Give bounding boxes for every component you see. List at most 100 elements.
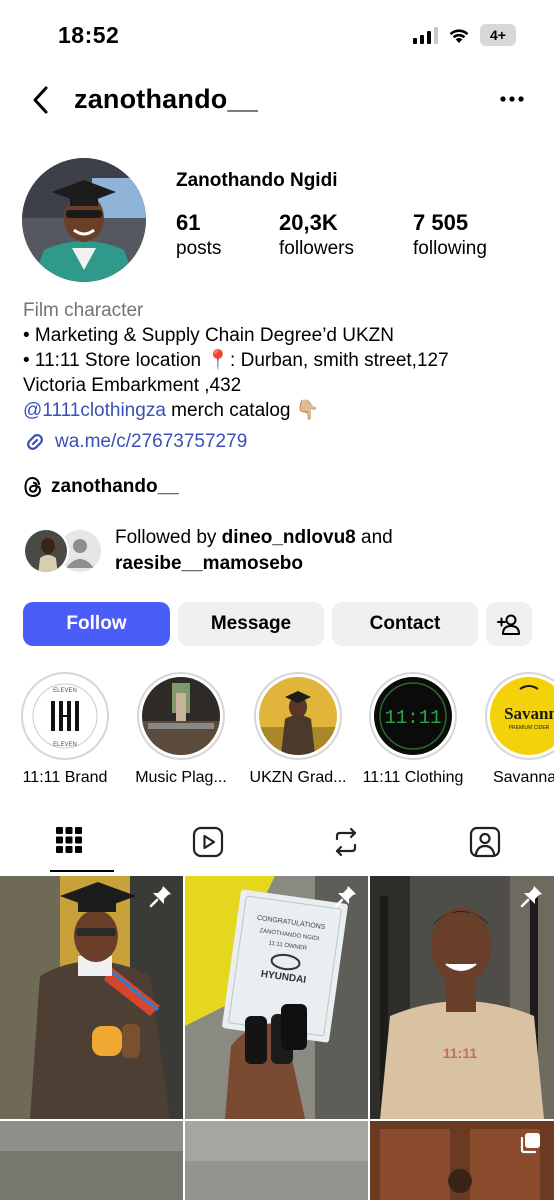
post-thumbnail[interactable]	[370, 1121, 554, 1200]
highlight-ring	[254, 672, 342, 760]
post-shirt-text: 11:11	[443, 1045, 477, 1061]
tab-posts[interactable]	[0, 818, 139, 874]
pin-icon	[149, 886, 171, 908]
stat-following-value: 7 505	[413, 210, 469, 235]
link-icon	[27, 433, 43, 450]
post-image	[185, 1121, 368, 1200]
bio-line: • Marketing & Supply Chain Degree’d UKZN	[23, 325, 394, 346]
bio-mention-link[interactable]: @1111clothingza	[23, 400, 166, 421]
pin-icon	[334, 886, 356, 908]
profile-stats: 61 posts 20,3K followers 7 505 following	[176, 210, 487, 262]
highlight-ring: Savann PREMIUM CIDER	[485, 672, 554, 760]
suggested-users-button[interactable]	[486, 602, 532, 646]
pin-icon	[520, 886, 542, 908]
repost-icon	[336, 827, 357, 857]
profile-actions: Follow Message Contact	[23, 602, 533, 646]
highlight-cover-text: Savann	[504, 704, 554, 723]
highlight-cover-text: ELEVEN	[53, 688, 77, 694]
bio-mention-suffix: merch catalog 👇🏼	[165, 400, 320, 421]
mutual-follower-avatar	[23, 528, 69, 574]
stat-followers-label: followers	[279, 238, 354, 259]
message-button[interactable]: Message	[178, 602, 324, 646]
bio-line: Victoria Embarkment ,432	[23, 375, 242, 396]
highlight-label: 11:11 Clothing	[362, 769, 464, 786]
highlight-label: Music Plag...	[135, 769, 227, 786]
highlight-label: 11:11 Brand	[22, 769, 108, 786]
grid-icon	[56, 827, 83, 853]
more-options-button[interactable]	[494, 84, 530, 114]
stat-following-label: following	[413, 238, 487, 259]
tab-reposts[interactable]	[277, 818, 416, 874]
bio-mention-line: @1111clothingza merch catalog 👇🏼	[23, 398, 533, 423]
highlight-cover-text: ELEVEN	[53, 742, 77, 748]
add-user-icon	[497, 614, 520, 635]
chevron-left-icon	[33, 86, 48, 114]
tab-reels[interactable]	[139, 818, 278, 874]
post-image	[0, 876, 183, 1119]
post-image	[0, 1121, 183, 1200]
post-image: CONGRATULATIONS ZANOTHANDO NGIDI 11:11 O…	[185, 876, 368, 1119]
bio-line: • 11:11 Store location 📍: Durban, smith …	[23, 350, 449, 371]
tagged-icon	[469, 826, 500, 858]
highlight-label: UKZN Grad...	[249, 769, 347, 786]
highlight-cover-text: PREMIUM CIDER	[509, 725, 550, 731]
status-bar: 18:52 4+	[0, 0, 554, 72]
post-thumbnail[interactable]: 11:11	[370, 876, 554, 1119]
highlight-item[interactable]: ELEVEN ELEVEN 11:11 Brand	[7, 672, 123, 787]
mutual-follower-name: dineo_ndlovu8	[221, 527, 356, 548]
status-indicators: 4+	[413, 24, 516, 46]
highlight-item[interactable]: Music Plag...	[123, 672, 239, 787]
highlight-item[interactable]: Savann PREMIUM CIDER Savanna I	[471, 672, 554, 787]
highlight-label: Savanna I	[492, 769, 554, 786]
status-time: 18:52	[58, 22, 120, 48]
highlight-cover	[259, 677, 337, 755]
battery-indicator: 4+	[480, 24, 516, 46]
post-thumbnail[interactable]	[185, 1121, 368, 1200]
threads-icon	[24, 476, 42, 498]
carousel-icon	[520, 1133, 540, 1154]
follow-button[interactable]: Follow	[23, 602, 170, 646]
post-thumbnail[interactable]	[0, 876, 183, 1119]
highlight-cover: ELEVEN ELEVEN	[26, 677, 104, 755]
bio-url-text: wa.me/c/27673757279	[55, 431, 248, 452]
stat-posts[interactable]: 61 posts	[176, 210, 279, 262]
stat-following[interactable]: 7 505 following	[413, 210, 487, 262]
profile-avatar[interactable]	[22, 158, 146, 282]
bio-category: Film character	[23, 300, 144, 321]
highlight-cover: 11:11	[374, 677, 452, 755]
highlight-cover: Savann PREMIUM CIDER	[490, 677, 554, 755]
followed-by-joiner: and	[355, 527, 393, 548]
post-thumbnail[interactable]	[0, 1121, 183, 1200]
stat-posts-label: posts	[176, 238, 222, 259]
followed-by-prefix: Followed by	[115, 527, 222, 548]
highlight-ring: 11:11	[369, 672, 457, 760]
bio-url-link[interactable]: wa.me/c/27673757279	[23, 429, 533, 454]
highlight-item[interactable]: UKZN Grad...	[240, 672, 356, 787]
mutual-follower-name: raesibe__mamosebo	[115, 553, 303, 574]
highlight-item[interactable]: 11:11 11:11 Clothing	[355, 672, 471, 787]
followed-by[interactable]: Followed by dineo_ndlovu8 and raesibe__m…	[23, 524, 533, 578]
profile-username: zanothando__	[74, 84, 258, 114]
reels-icon	[192, 826, 223, 858]
stat-posts-value: 61	[176, 210, 201, 235]
story-highlights: ELEVEN ELEVEN 11:11 Brand Music Plag...	[0, 672, 554, 792]
stat-followers-value: 20,3K	[279, 210, 338, 235]
post-image: 11:11	[370, 876, 554, 1119]
highlight-cover-text: 11:11	[384, 707, 441, 729]
threads-badge[interactable]: zanothando__	[23, 476, 179, 498]
stat-followers[interactable]: 20,3K followers	[279, 210, 413, 262]
highlight-cover	[142, 677, 220, 755]
cellular-signal-icon	[413, 26, 438, 44]
followed-by-text: Followed by dineo_ndlovu8 and raesibe__m…	[115, 525, 393, 577]
wifi-icon	[449, 28, 469, 43]
contact-button[interactable]: Contact	[332, 602, 478, 646]
post-grid: CONGRATULATIONS ZANOTHANDO NGIDI 11:11 O…	[0, 876, 554, 1200]
back-button[interactable]	[22, 80, 58, 120]
profile-tabs	[0, 818, 554, 874]
top-nav: zanothando__	[0, 72, 554, 128]
post-thumbnail[interactable]: CONGRATULATIONS ZANOTHANDO NGIDI 11:11 O…	[185, 876, 368, 1119]
profile-display-name: Zanothando Ngidi	[176, 170, 338, 191]
highlight-ring	[137, 672, 225, 760]
avatar-photo	[22, 158, 146, 282]
tab-tagged[interactable]	[416, 818, 554, 874]
